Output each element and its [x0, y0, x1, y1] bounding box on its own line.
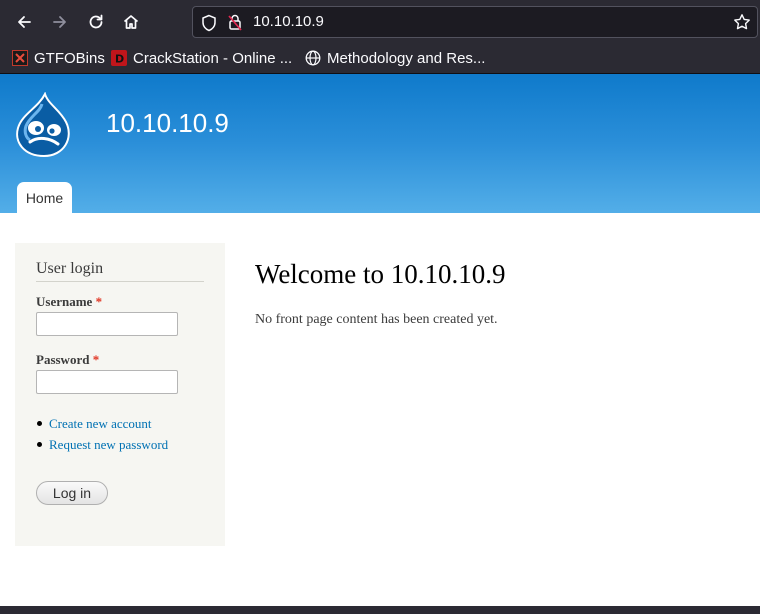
bullet-icon: [37, 421, 42, 426]
forward-arrow-icon: [53, 16, 66, 28]
user-login-block: User login Username * Password * Create …: [15, 243, 225, 546]
crackstation-icon: D: [111, 50, 127, 66]
drupal-logo-icon[interactable]: [12, 91, 74, 160]
list-item: Request new password: [37, 434, 168, 455]
page-title: Welcome to 10.10.10.9: [255, 259, 506, 289]
bookmark-label: GTFOBins: [34, 49, 105, 67]
required-marker: *: [95, 294, 103, 309]
list-item: Create new account: [37, 413, 168, 434]
username-label-text: Username: [36, 294, 93, 309]
bookmark-label: Methodology and Res...: [327, 49, 486, 67]
site-header: 10.10.10.9 Home: [0, 74, 760, 213]
gtfobins-icon: [12, 50, 28, 66]
password-input[interactable]: [36, 370, 178, 394]
login-links-list: Create new account Request new password: [37, 413, 168, 455]
site-name-link[interactable]: 10.10.10.9: [106, 108, 229, 139]
nav-tab-home[interactable]: Home: [17, 182, 72, 213]
home-button[interactable]: [118, 9, 144, 35]
browser-toolbar: 10.10.10.9: [0, 0, 760, 44]
log-in-button[interactable]: Log in: [36, 481, 108, 505]
block-title: User login: [36, 260, 104, 277]
forward-button[interactable]: [47, 9, 73, 35]
globe-icon: [305, 50, 321, 66]
bookmark-methodology[interactable]: Methodology and Res...: [305, 48, 485, 68]
required-marker: *: [92, 352, 100, 367]
username-input[interactable]: [36, 312, 178, 336]
back-button[interactable]: [11, 9, 37, 35]
bookmark-crackstation[interactable]: D CrackStation - Online ...: [111, 48, 292, 68]
web-page: 10.10.10.9 Home User login Username * Pa…: [0, 74, 760, 606]
bookmark-label: CrackStation - Online ...: [133, 49, 293, 67]
bullet-icon: [37, 442, 42, 447]
url-text: 10.10.10.9: [253, 13, 324, 30]
password-label: Password *: [36, 352, 99, 368]
request-password-link[interactable]: Request new password: [49, 437, 168, 453]
block-divider: [36, 281, 204, 282]
create-account-link[interactable]: Create new account: [49, 416, 152, 432]
bookmark-star-icon[interactable]: [733, 13, 751, 35]
username-label: Username *: [36, 294, 102, 310]
url-bar[interactable]: 10.10.10.9: [192, 6, 758, 38]
svg-text:D: D: [115, 53, 124, 66]
front-page-message: No front page content has been created y…: [255, 312, 498, 327]
reload-icon: [89, 14, 103, 29]
shield-icon: [201, 14, 217, 36]
insecure-lock-icon: [227, 13, 243, 35]
bookmarks-toolbar: GTFOBins D CrackStation - Online ... Met…: [0, 44, 760, 74]
back-arrow-icon: [18, 16, 31, 28]
home-icon: [123, 15, 139, 29]
password-label-text: Password: [36, 352, 90, 367]
browser-bottom-edge: [0, 606, 760, 614]
reload-button[interactable]: [83, 9, 109, 35]
bookmark-gtfobins[interactable]: GTFOBins: [12, 48, 105, 68]
